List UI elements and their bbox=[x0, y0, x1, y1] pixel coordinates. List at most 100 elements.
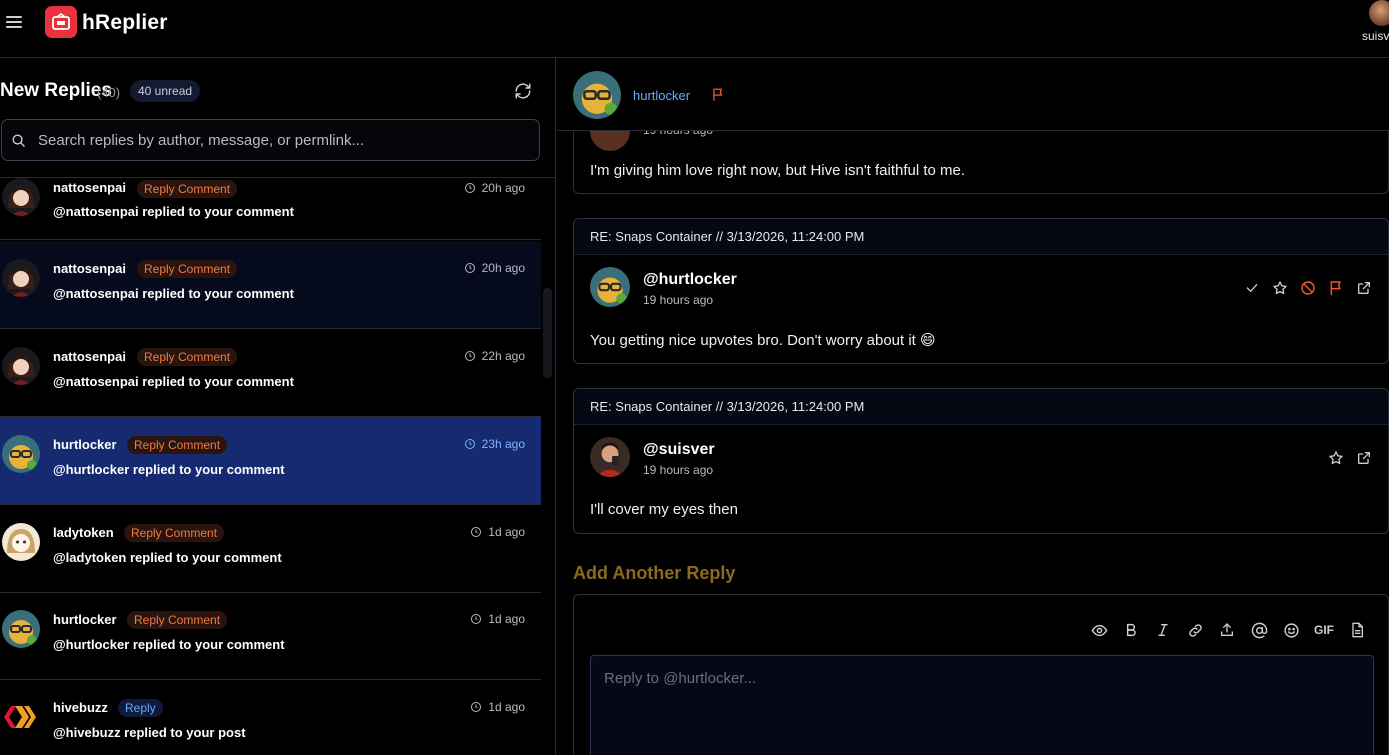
list-item[interactable]: nattosenpai Reply Comment 20h ago @natto… bbox=[0, 241, 541, 329]
replies-panel: New Replies (40) 40 unread nattosenpai R… bbox=[0, 58, 556, 755]
time-text: 1d ago bbox=[488, 525, 525, 539]
avatar bbox=[2, 259, 40, 297]
comment-context: RE: Snaps Container // 3/13/2026, 11:24:… bbox=[574, 219, 1388, 255]
emoji-icon[interactable] bbox=[1282, 621, 1300, 639]
list-scrollbar[interactable] bbox=[543, 288, 552, 378]
clock-icon bbox=[471, 702, 482, 712]
type-tag: Reply bbox=[118, 699, 163, 717]
avatar bbox=[2, 523, 40, 561]
avatar bbox=[590, 267, 630, 307]
reply-message: @nattosenpai replied to your comment bbox=[53, 374, 294, 389]
thread-panel: hurtlocker 19 hours ago I'm giving him l… bbox=[557, 58, 1389, 755]
template-document-icon[interactable] bbox=[1348, 621, 1366, 639]
author-name: hivebuzz bbox=[53, 700, 108, 715]
avatar bbox=[573, 71, 621, 119]
reply-message: @ladytoken replied to your comment bbox=[53, 550, 282, 565]
author-name: ladytoken bbox=[53, 525, 114, 540]
block-icon[interactable] bbox=[1300, 280, 1316, 296]
time-text: 22h ago bbox=[481, 349, 525, 363]
type-tag: Reply Comment bbox=[127, 436, 228, 454]
gif-button[interactable]: GIF bbox=[1314, 621, 1334, 639]
list-item[interactable]: nattosenpai Reply Comment 20h ago @natto… bbox=[0, 152, 541, 240]
link-icon[interactable] bbox=[1186, 621, 1204, 639]
avatar bbox=[2, 178, 40, 216]
list-item[interactable]: hivebuzz Reply 1d ago @hivebuzz replied … bbox=[0, 680, 541, 755]
type-tag: Reply Comment bbox=[137, 180, 238, 198]
clock-icon bbox=[464, 351, 475, 361]
reply-message: @hivebuzz replied to your post bbox=[53, 725, 246, 740]
app-logo-icon[interactable] bbox=[45, 6, 77, 38]
list-item-selected[interactable]: hurtlocker Reply Comment 23h ago @hurtlo… bbox=[0, 417, 541, 505]
time-text: 23h ago bbox=[481, 437, 525, 451]
thread-header: hurtlocker bbox=[557, 58, 1389, 131]
unread-badge: 40 unread bbox=[130, 80, 201, 102]
clock-icon bbox=[464, 439, 475, 449]
comment-card: RE: Snaps Container // 3/13/2026, 11:24:… bbox=[573, 388, 1389, 534]
author-name: nattosenpai bbox=[53, 349, 126, 364]
clock-icon bbox=[471, 614, 482, 624]
reply-textarea[interactable] bbox=[590, 655, 1374, 755]
type-tag: Reply Comment bbox=[137, 260, 238, 278]
editor-toolbar: GIF bbox=[1090, 621, 1366, 639]
external-link-icon[interactable] bbox=[1356, 280, 1372, 296]
reply-message: @hurtlocker replied to your comment bbox=[53, 462, 285, 477]
time-text: 1d ago bbox=[488, 612, 525, 626]
reply-message: @nattosenpai replied to your comment bbox=[53, 286, 294, 301]
add-reply-title: Add Another Reply bbox=[573, 563, 736, 583]
list-item[interactable]: nattosenpai Reply Comment 22h ago @natto… bbox=[0, 329, 541, 417]
reply-message: @nattosenpai replied to your comment bbox=[53, 204, 294, 219]
check-icon[interactable] bbox=[1244, 280, 1260, 296]
time-label: 1d ago bbox=[470, 612, 525, 626]
external-link-icon[interactable] bbox=[1356, 450, 1372, 466]
user-avatar[interactable] bbox=[1369, 0, 1389, 26]
avatar bbox=[2, 435, 40, 473]
mention-icon[interactable] bbox=[1250, 621, 1268, 639]
reply-count: (40) bbox=[97, 85, 121, 100]
search-icon bbox=[12, 134, 25, 147]
star-icon[interactable] bbox=[1328, 450, 1344, 466]
time-text: 1d ago bbox=[488, 700, 525, 714]
list-item[interactable]: ladytoken Reply Comment 1d ago @ladytoke… bbox=[0, 505, 541, 593]
time-label: 20h ago bbox=[464, 181, 525, 195]
comment-time: 19 hours ago bbox=[643, 293, 714, 307]
comment-actions bbox=[1244, 280, 1372, 296]
user-name[interactable]: suisver bbox=[1362, 29, 1389, 43]
comment-body: You getting nice upvotes bro. Don't worr… bbox=[590, 332, 936, 349]
flag-icon[interactable] bbox=[1328, 280, 1344, 296]
refresh-icon[interactable] bbox=[514, 82, 532, 100]
upload-icon[interactable] bbox=[1218, 621, 1236, 639]
avatar bbox=[2, 347, 40, 385]
comment-time: 19 hours ago bbox=[643, 463, 714, 477]
italic-icon[interactable] bbox=[1154, 621, 1172, 639]
reply-editor: GIF bbox=[573, 594, 1389, 755]
app-name[interactable]: hReplier bbox=[82, 11, 168, 35]
time-label: 1d ago bbox=[470, 525, 525, 539]
clock-icon bbox=[464, 263, 475, 273]
hivebuzz-logo-icon bbox=[2, 698, 40, 736]
list-item[interactable]: hurtlocker Reply Comment 1d ago @hurtloc… bbox=[0, 592, 541, 680]
comment-context: RE: Snaps Container // 3/13/2026, 11:24:… bbox=[574, 389, 1388, 425]
top-bar: hReplier suisver bbox=[0, 0, 1389, 58]
star-icon[interactable] bbox=[1272, 280, 1288, 296]
time-label: 22h ago bbox=[464, 349, 525, 363]
preview-eye-icon[interactable] bbox=[1090, 621, 1108, 639]
avatar bbox=[2, 610, 40, 648]
comment-author[interactable]: @hurtlocker bbox=[643, 271, 737, 289]
author-name: nattosenpai bbox=[53, 261, 126, 276]
time-label: 1d ago bbox=[470, 700, 525, 714]
comment-author[interactable]: @suisver bbox=[643, 441, 715, 459]
clock-icon bbox=[471, 527, 482, 537]
time-text: 20h ago bbox=[481, 181, 525, 195]
hamburger-menu-icon[interactable] bbox=[6, 13, 24, 31]
author-name: hurtlocker bbox=[53, 437, 117, 452]
reply-message: @hurtlocker replied to your comment bbox=[53, 637, 285, 652]
author-name: hurtlocker bbox=[53, 612, 117, 627]
time-label: 20h ago bbox=[464, 261, 525, 275]
comment-body: I'll cover my eyes then bbox=[590, 501, 738, 518]
type-tag: Reply Comment bbox=[127, 611, 228, 629]
flag-icon[interactable] bbox=[711, 87, 725, 102]
comment-body: I'm giving him love right now, but Hive … bbox=[590, 162, 966, 179]
thread-author-link[interactable]: hurtlocker bbox=[633, 88, 690, 103]
bold-icon[interactable] bbox=[1122, 621, 1140, 639]
author-name: nattosenpai bbox=[53, 180, 126, 195]
